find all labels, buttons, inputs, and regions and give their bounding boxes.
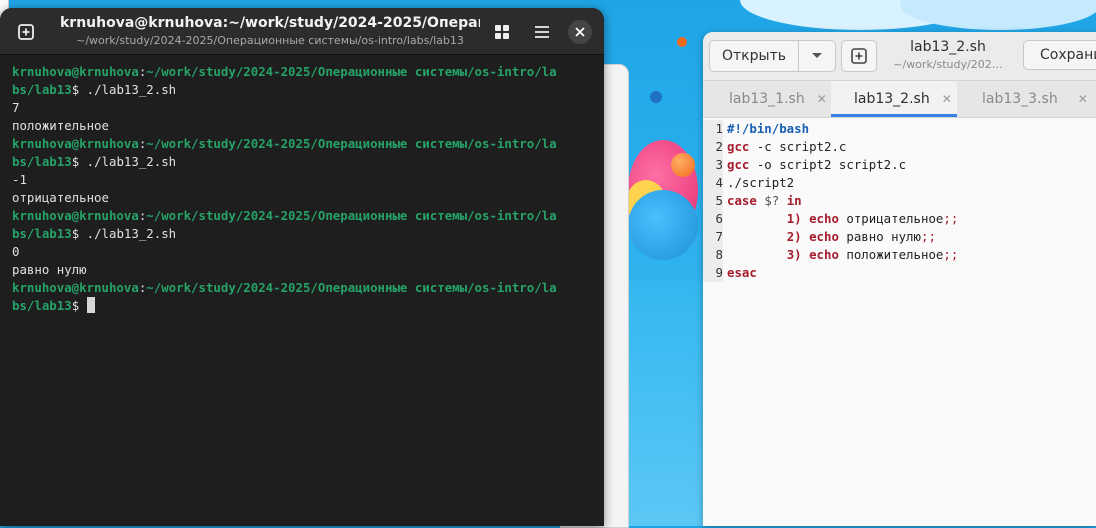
code-line: ./script2 <box>727 175 795 190</box>
tab-lab13-2[interactable]: lab13_2.sh ✕ <box>831 81 957 117</box>
code-line: 3) echo положительное;; <box>786 247 959 262</box>
close-icon[interactable]: ✕ <box>1078 92 1088 106</box>
output-text: отрицательное <box>12 190 109 205</box>
editor-headerbar: Открыть lab13_2.sh ~/work/study/202… Сох… <box>703 32 1096 81</box>
line-number: 3 <box>715 157 723 172</box>
line-number: 4 <box>715 175 723 190</box>
terminal-output[interactable]: krnuhova@krnuhova:~/work/study/2024-2025… <box>0 55 604 315</box>
prompt-line: krnuhova@krnuhova:~/work/study/2024-2025… <box>12 208 557 223</box>
tab-label: lab13_2.sh <box>854 91 930 107</box>
input-echo: 7 <box>12 100 20 115</box>
grid-icon <box>495 25 509 39</box>
line-number: 5 <box>715 193 723 208</box>
prompt-user: krnuhova@krnuhova <box>12 208 139 223</box>
tab-lab13-3[interactable]: lab13_3.sh ✕ <box>982 81 1088 117</box>
terminal-subtitle: ~/work/study/2024-2025/Операционные сист… <box>76 34 464 47</box>
prompt-path: ~/work/study/2024-2025/Операционные сист… <box>146 136 557 151</box>
save-button[interactable]: Сохрани <box>1023 40 1096 70</box>
wallpaper-ball <box>671 153 695 177</box>
wallpaper-cloud <box>900 0 1096 30</box>
output-text: положительное <box>12 118 109 133</box>
terminal-title: krnuhova@krnuhova:~/work/study/2024-2025… <box>60 15 480 31</box>
editor-tabs: lab13_1.sh ✕ lab13_2.sh ✕ lab13_3.sh ✕ <box>703 81 1096 118</box>
code-line: gcc -o script2 script2.c <box>727 157 907 172</box>
text-cursor <box>86 297 95 313</box>
menu-button[interactable] <box>527 17 557 47</box>
new-document-button[interactable] <box>841 40 877 72</box>
code-line: esac <box>727 265 757 280</box>
command-text: ./lab13_2.sh <box>86 154 177 169</box>
line-number: 8 <box>715 247 723 262</box>
close-icon[interactable]: ✕ <box>942 92 952 106</box>
code-view[interactable]: 1 2 3 4 5 6 7 8 9 #!/bin/bash gcc -c script2.c gcc… <box>703 118 1096 282</box>
prompt-path: bs/lab13 <box>12 298 72 313</box>
close-button[interactable] <box>568 20 592 44</box>
plus-box-icon <box>851 48 867 64</box>
line-number: 9 <box>715 265 723 280</box>
prompt-path: ~/work/study/2024-2025/Операционные сист… <box>146 280 557 295</box>
prompt-line: bs/lab13$ ./lab13_2.sh <box>12 226 177 241</box>
code-line: gcc -c script2.c <box>727 139 847 154</box>
prompt-line: bs/lab13$ <box>12 297 604 315</box>
code-line: case $? in <box>727 193 802 208</box>
open-button[interactable]: Открыть <box>709 40 799 72</box>
prompt-user: krnuhova@krnuhova <box>12 64 139 79</box>
terminal-window[interactable]: krnuhova@krnuhova:~/work/study/2024-2025… <box>0 8 604 526</box>
wallpaper-ball <box>650 91 662 103</box>
command-text: ./lab13_2.sh <box>86 226 177 241</box>
chevron-down-icon <box>812 53 822 58</box>
prompt-path: bs/lab13 <box>12 82 72 97</box>
prompt-line: krnuhova@krnuhova:~/work/study/2024-2025… <box>12 280 557 295</box>
wallpaper-ball <box>628 190 698 260</box>
prompt-path: ~/work/study/2024-2025/Операционные сист… <box>146 64 557 79</box>
line-number: 1 <box>715 121 723 136</box>
prompt-line: bs/lab13$ ./lab13_2.sh <box>12 82 177 97</box>
input-echo: 0 <box>12 244 20 259</box>
wallpaper-ball <box>628 280 703 526</box>
close-icon[interactable]: ✕ <box>817 92 827 106</box>
open-dropdown-button[interactable] <box>798 40 836 72</box>
line-number: 6 <box>715 211 723 226</box>
line-number: 7 <box>715 229 723 244</box>
close-icon <box>575 27 585 37</box>
code-line: #!/bin/bash <box>727 121 810 136</box>
prompt-path: bs/lab13 <box>12 226 72 241</box>
plus-box-icon <box>18 24 34 40</box>
editor-title: lab13_2.sh <box>910 39 986 55</box>
command-text: ./lab13_2.sh <box>86 82 177 97</box>
text-editor-window[interactable]: Открыть lab13_2.sh ~/work/study/202… Сох… <box>703 32 1096 526</box>
code-line: 2) echo равно нулю;; <box>786 229 936 244</box>
editor-subtitle: ~/work/study/202… <box>893 58 1003 71</box>
new-tab-button[interactable] <box>11 17 41 47</box>
code-lines: #!/bin/bash gcc -c script2.c gcc -o script… <box>727 120 958 282</box>
prompt-user: krnuhova@krnuhova <box>12 136 139 151</box>
tab-label: lab13_1.sh <box>729 91 805 107</box>
prompt-user: krnuhova@krnuhova <box>12 280 139 295</box>
input-echo: -1 <box>12 172 27 187</box>
code-line: 1) echo отрицательное;; <box>786 211 959 226</box>
tab-lab13-1[interactable]: lab13_1.sh ✕ <box>729 81 827 117</box>
output-text: равно нулю <box>12 262 87 277</box>
terminal-headerbar: krnuhova@krnuhova:~/work/study/2024-2025… <box>0 8 604 55</box>
tab-overview-button[interactable] <box>487 17 517 47</box>
prompt-path: bs/lab13 <box>12 154 72 169</box>
line-numbers: 1 2 3 4 5 6 7 8 9 <box>703 120 723 282</box>
prompt-line: krnuhova@krnuhova:~/work/study/2024-2025… <box>12 136 557 151</box>
wallpaper-ball <box>677 37 687 47</box>
prompt-path: ~/work/study/2024-2025/Операционные сист… <box>146 208 557 223</box>
prompt-line: bs/lab13$ ./lab13_2.sh <box>12 154 177 169</box>
prompt-line: krnuhova@krnuhova:~/work/study/2024-2025… <box>12 64 557 79</box>
hamburger-menu-icon <box>535 26 549 38</box>
tab-label: lab13_3.sh <box>982 91 1058 107</box>
line-number: 2 <box>715 139 723 154</box>
